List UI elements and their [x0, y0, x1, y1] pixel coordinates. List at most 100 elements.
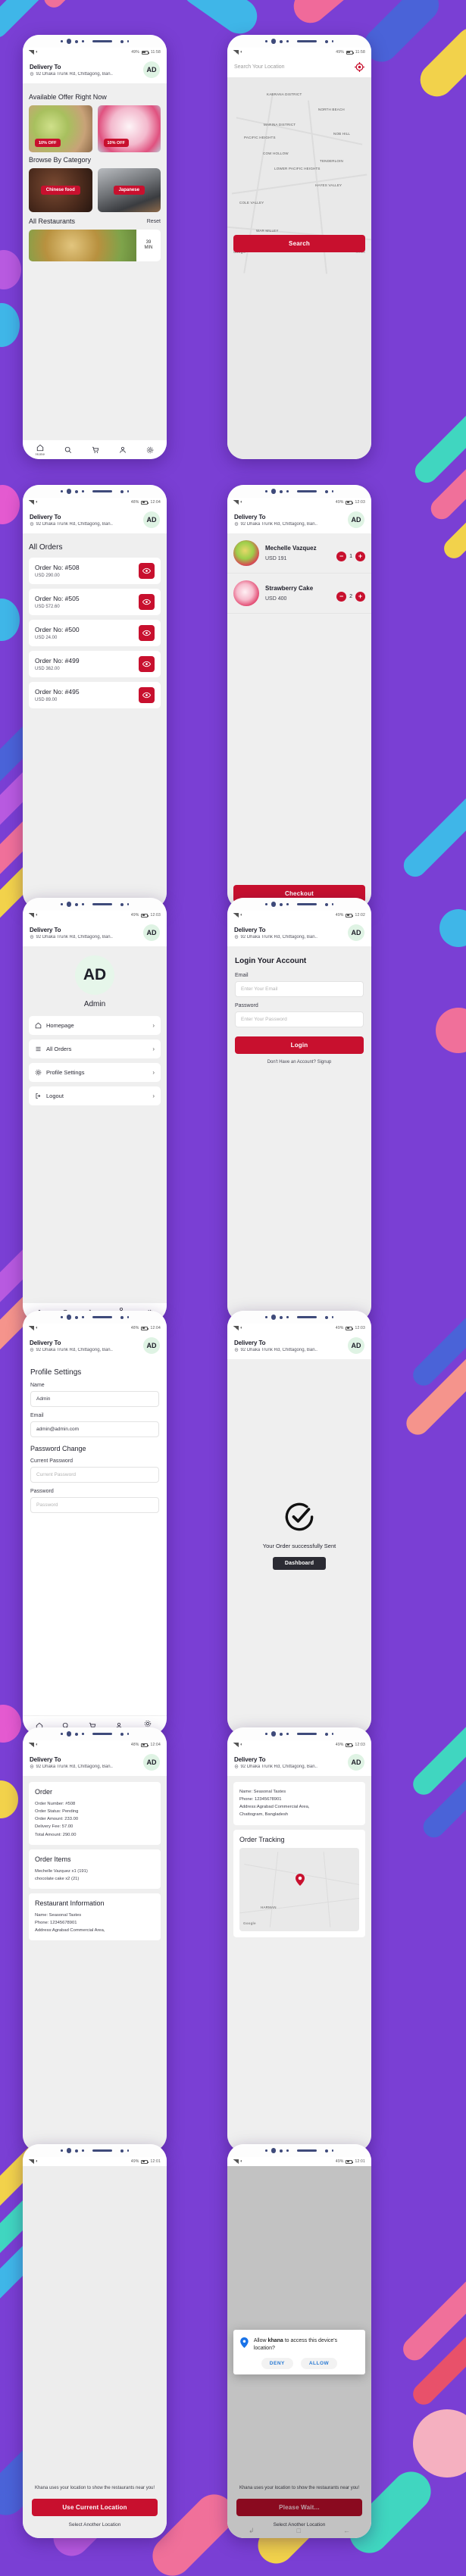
allow-button[interactable]: ALLOW — [300, 2358, 338, 2370]
avatar[interactable]: AD — [143, 511, 160, 528]
delivery-address: 92 Dhaka Trunk Rd, Chittagong, Ban.. — [36, 71, 113, 77]
clock: 12:01 — [150, 2159, 161, 2164]
table-row[interactable]: Order No: #499 USD 362.00 — [29, 651, 161, 677]
menu-item-profile-settings[interactable]: Profile Settings › — [29, 1063, 161, 1082]
category-title: Browse By Category — [29, 156, 92, 164]
avatar[interactable]: AD — [348, 1337, 364, 1354]
search-input[interactable]: Search Your Location — [234, 64, 285, 70]
category-card[interactable]: Chinese food — [29, 168, 92, 212]
avatar[interactable]: AD — [143, 61, 160, 78]
delivery-header[interactable]: Delivery To 92 Dhaka Trunk Rd, Chittagon… — [227, 507, 371, 533]
increase-quantity-button[interactable]: + — [355, 592, 365, 602]
avatar[interactable]: AD — [143, 1337, 160, 1354]
table-row[interactable]: Order No: #495 USD 89.00 — [29, 682, 161, 708]
password-field[interactable]: Enter Your Password — [235, 1011, 364, 1027]
location-request-footer: Khana uses your location to show the res… — [23, 2166, 167, 2538]
table-row[interactable]: Order No: #505 USD 572.60 — [29, 589, 161, 615]
nav-search[interactable] — [64, 446, 72, 454]
name-field[interactable]: Admin — [30, 1391, 159, 1407]
menu-item-logout[interactable]: Logout › — [29, 1086, 161, 1105]
phone-notch — [227, 898, 371, 911]
tracking-map[interactable]: HARMAN Google — [239, 1847, 359, 1931]
nav-account[interactable] — [119, 446, 127, 454]
restaurant-row[interactable]: 39 MIN — [29, 230, 161, 261]
status-bar: ◐ 49% 12:03 — [227, 498, 371, 507]
delivery-header[interactable]: Delivery To 92 Dhaka Trunk Rd, Chittagon… — [227, 1749, 371, 1776]
password-section-title: Password Change — [30, 1445, 86, 1452]
decrease-quantity-button[interactable]: − — [336, 552, 347, 561]
menu-item-all-orders[interactable]: All Orders › — [29, 1039, 161, 1058]
decrease-quantity-button[interactable]: − — [336, 592, 347, 602]
delivery-header[interactable]: Delivery To 92 Dhaka Trunk Rd, Chittagon… — [23, 507, 167, 533]
back-icon[interactable]: ← — [343, 2527, 350, 2535]
table-row[interactable]: Order No: #508 USD 290.00 — [29, 558, 161, 584]
reset-button[interactable]: Reset — [147, 219, 161, 224]
delivery-header[interactable]: Delivery To 92 Dhaka Trunk Rd, Chittagon… — [23, 1333, 167, 1359]
current-password-field[interactable]: Current Password — [30, 1467, 159, 1483]
android-nav-bar: ↲ □ ← — [227, 2527, 371, 2535]
view-order-button[interactable] — [139, 563, 155, 579]
bg-blob — [0, 599, 20, 641]
increase-quantity-button[interactable]: + — [355, 552, 365, 561]
dashboard-button[interactable]: Dashboard — [272, 1557, 327, 1571]
quantity-stepper[interactable]: − 2 + — [336, 592, 365, 602]
clock: 12:04 — [150, 500, 161, 505]
status-signal: ◐ — [29, 500, 39, 505]
bg-blob — [0, 1705, 21, 1743]
recents-icon[interactable]: ↲ — [249, 2527, 255, 2535]
delivery-header[interactable]: Delivery To 92 Dhaka Trunk Rd, Chittagon… — [23, 57, 167, 83]
nav-cart[interactable] — [92, 446, 99, 454]
avatar[interactable]: AD — [143, 924, 160, 941]
dialog-text: Allow khana to access this device's loca… — [254, 2337, 358, 2352]
home-square-icon[interactable]: □ — [297, 2527, 301, 2535]
quantity-stepper[interactable]: − 1 + — [336, 552, 365, 561]
delivery-header[interactable]: Delivery To 92 Dhaka Trunk Rd, Chittagon… — [227, 920, 371, 946]
table-row[interactable]: Order No: #500 USD 24.00 — [29, 620, 161, 646]
delivery-header[interactable]: Delivery To 92 Dhaka Trunk Rd, Chittagon… — [227, 1333, 371, 1359]
login-screen-body: Login Your Account Email Enter Your Emai… — [227, 946, 371, 1322]
target-icon[interactable] — [355, 62, 364, 72]
clock: 12:03 — [355, 500, 365, 505]
map-screen-body[interactable]: NORTH BEACH MARINA DISTRICT COW HOLLOW P… — [227, 77, 371, 459]
bg-blob — [286, 0, 373, 30]
status-right: 49% 12:03 — [336, 1326, 365, 1330]
order-number-line: Order Number: #508 — [35, 1802, 76, 1806]
offer-card[interactable]: 10% OFF — [29, 105, 92, 152]
delivery-header[interactable]: Delivery To 92 Dhaka Trunk Rd, Chittagon… — [23, 1749, 167, 1776]
list-item[interactable]: Strawberry Cake USD 400 − 2 + — [227, 574, 371, 614]
menu-item-homepage[interactable]: Homepage › — [29, 1016, 161, 1035]
clock: 12:04 — [150, 1326, 161, 1330]
view-order-button[interactable] — [139, 656, 155, 672]
avatar[interactable]: AD — [348, 924, 364, 941]
clock: 12:03 — [150, 913, 161, 918]
gear-icon — [146, 446, 154, 453]
list-item[interactable]: Mechelle Vazquez USD 191 − 1 + — [227, 533, 371, 574]
select-another-location-link[interactable]: Select Another Location — [69, 2522, 121, 2528]
signup-link[interactable]: Don't Have an Account? Signup — [235, 1060, 364, 1064]
email-field[interactable]: Enter Your Email — [235, 981, 364, 997]
email-field[interactable]: admin@admin.com — [30, 1421, 159, 1437]
search-bar[interactable]: Search Your Location — [227, 57, 371, 77]
nav-settings[interactable] — [146, 446, 154, 454]
new-password-field[interactable]: Password — [30, 1497, 159, 1513]
category-card[interactable]: Japanese — [97, 168, 161, 212]
offers-title: Available Offer Right Now — [29, 93, 107, 101]
bg-blob — [0, 250, 21, 289]
offer-card[interactable]: 10% OFF — [97, 105, 161, 152]
view-order-button[interactable] — [139, 687, 155, 703]
deny-button[interactable]: DENY — [261, 2358, 293, 2370]
search-button[interactable]: Search — [233, 235, 365, 252]
view-order-button[interactable] — [139, 625, 155, 641]
view-order-button[interactable] — [139, 594, 155, 610]
bg-blob — [0, 485, 20, 524]
use-current-location-button[interactable]: Use Current Location — [32, 2499, 158, 2516]
map-canvas[interactable]: NORTH BEACH MARINA DISTRICT COW HOLLOW P… — [227, 77, 371, 459]
order-item-line: chocolate cake x2 (21) — [35, 1876, 80, 1881]
delivery-header[interactable]: Delivery To 92 Dhaka Trunk Rd, Chittagon… — [23, 920, 167, 946]
nav-home[interactable]: Home — [36, 444, 45, 456]
avatar[interactable]: AD — [348, 511, 364, 528]
login-button[interactable]: Login — [235, 1036, 364, 1054]
avatar[interactable]: AD — [348, 1754, 364, 1771]
location-pin-icon — [234, 934, 239, 939]
avatar[interactable]: AD — [143, 1754, 160, 1771]
